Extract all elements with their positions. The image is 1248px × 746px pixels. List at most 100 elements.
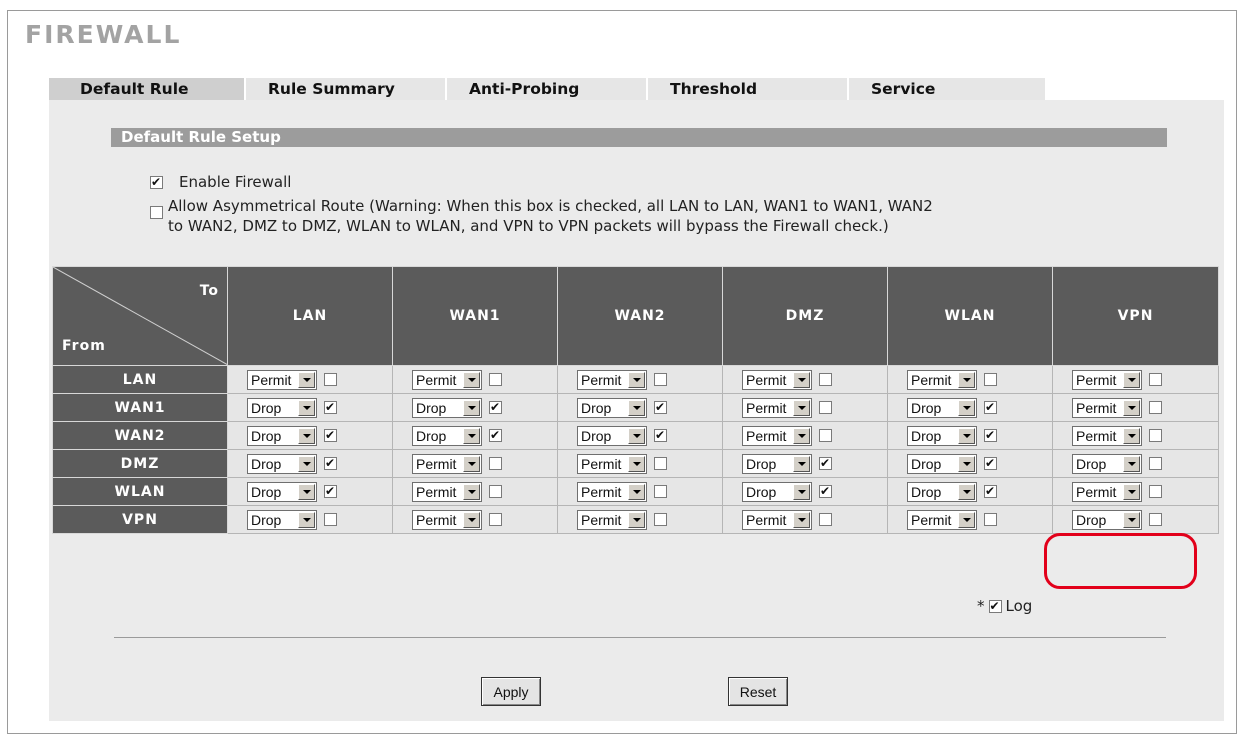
log-checkbox-wlan-to-dmz[interactable] (819, 483, 832, 499)
log-checkbox-wan2-to-vpn[interactable] (1149, 429, 1162, 443)
chevron-down-icon[interactable] (1123, 371, 1140, 388)
enable-firewall-checkbox[interactable] (150, 174, 163, 190)
log-checkbox-vpn-to-wlan[interactable] (984, 513, 997, 527)
action-select-wlan-to-wan2[interactable]: Permit (577, 481, 647, 502)
action-select-lan-to-wan1[interactable]: Permit (412, 369, 482, 390)
log-checkbox-lan-to-wan1[interactable] (489, 373, 502, 387)
chevron-down-icon[interactable] (1123, 455, 1140, 472)
reset-button[interactable]: Reset (728, 677, 788, 706)
tab-threshold[interactable]: Threshold (648, 78, 849, 100)
tab-service[interactable]: Service (849, 78, 1047, 100)
log-checkbox-wlan-to-wlan[interactable] (984, 483, 997, 499)
log-checkbox-wan2-to-dmz[interactable] (819, 429, 832, 443)
action-select-vpn-to-wan1[interactable]: Permit (412, 509, 482, 530)
tab-anti-probing[interactable]: Anti-Probing (447, 78, 648, 100)
action-select-wan2-to-wlan[interactable]: Drop (907, 425, 977, 446)
chevron-down-icon[interactable] (958, 483, 975, 500)
chevron-down-icon[interactable] (1123, 427, 1140, 444)
log-checkbox-wan1-to-wan2[interactable] (654, 399, 667, 415)
chevron-down-icon[interactable] (793, 455, 810, 472)
action-select-wlan-to-dmz[interactable]: Drop (742, 481, 812, 502)
chevron-down-icon[interactable] (463, 427, 480, 444)
action-select-wan1-to-lan[interactable]: Drop (247, 397, 317, 418)
action-select-dmz-to-vpn[interactable]: Drop (1072, 453, 1142, 474)
action-select-vpn-to-lan[interactable]: Drop (247, 509, 317, 530)
action-select-vpn-to-dmz[interactable]: Permit (742, 509, 812, 530)
chevron-down-icon[interactable] (958, 427, 975, 444)
log-checkbox-lan-to-dmz[interactable] (819, 373, 832, 387)
chevron-down-icon[interactable] (793, 511, 810, 528)
chevron-down-icon[interactable] (298, 483, 315, 500)
action-select-lan-to-wan2[interactable]: Permit (577, 369, 647, 390)
action-select-dmz-to-dmz[interactable]: Drop (742, 453, 812, 474)
log-checkbox-vpn-to-dmz[interactable] (819, 513, 832, 527)
log-checkbox-wan1-to-dmz[interactable] (819, 401, 832, 415)
chevron-down-icon[interactable] (793, 483, 810, 500)
asymmetrical-route-checkbox[interactable] (150, 206, 163, 219)
log-checkbox-dmz-to-wan1[interactable] (489, 457, 502, 471)
log-checkbox-wlan-to-wan1[interactable] (489, 485, 502, 499)
chevron-down-icon[interactable] (463, 483, 480, 500)
log-checkbox-lan-to-wlan[interactable] (984, 373, 997, 387)
chevron-down-icon[interactable] (1123, 483, 1140, 500)
log-checkbox-wan2-to-wan2[interactable] (654, 427, 667, 443)
action-select-dmz-to-wan1[interactable]: Permit (412, 453, 482, 474)
chevron-down-icon[interactable] (463, 371, 480, 388)
log-checkbox-vpn-to-vpn[interactable] (1149, 513, 1162, 527)
log-checkbox-wan2-to-wlan[interactable] (984, 427, 997, 443)
log-checkbox-vpn-to-lan[interactable] (324, 513, 337, 527)
chevron-down-icon[interactable] (298, 511, 315, 528)
chevron-down-icon[interactable] (628, 399, 645, 416)
chevron-down-icon[interactable] (463, 455, 480, 472)
action-select-wan2-to-wan2[interactable]: Drop (577, 425, 647, 446)
log-checkbox-lan-to-wan2[interactable] (654, 373, 667, 387)
action-select-wlan-to-lan[interactable]: Drop (247, 481, 317, 502)
log-checkbox-vpn-to-wan1[interactable] (489, 513, 502, 527)
log-checkbox-wlan-to-wan2[interactable] (654, 485, 667, 499)
log-checkbox-dmz-to-dmz[interactable] (819, 455, 832, 471)
log-checkbox-wlan-to-vpn[interactable] (1149, 485, 1162, 499)
chevron-down-icon[interactable] (958, 455, 975, 472)
action-select-dmz-to-lan[interactable]: Drop (247, 453, 317, 474)
chevron-down-icon[interactable] (628, 511, 645, 528)
action-select-wan2-to-lan[interactable]: Drop (247, 425, 317, 446)
action-select-wan2-to-dmz[interactable]: Permit (742, 425, 812, 446)
action-select-wan1-to-wan1[interactable]: Drop (412, 397, 482, 418)
action-select-lan-to-vpn[interactable]: Permit (1072, 369, 1142, 390)
action-select-wan2-to-wan1[interactable]: Drop (412, 425, 482, 446)
log-checkbox-dmz-to-wan2[interactable] (654, 457, 667, 471)
log-checkbox-wlan-to-lan[interactable] (324, 483, 337, 499)
chevron-down-icon[interactable] (463, 399, 480, 416)
action-select-vpn-to-wlan[interactable]: Permit (907, 509, 977, 530)
log-checkbox-dmz-to-vpn[interactable] (1149, 457, 1162, 471)
action-select-vpn-to-vpn[interactable]: Drop (1072, 509, 1142, 530)
chevron-down-icon[interactable] (628, 427, 645, 444)
chevron-down-icon[interactable] (628, 455, 645, 472)
chevron-down-icon[interactable] (298, 455, 315, 472)
action-select-wan1-to-vpn[interactable]: Permit (1072, 397, 1142, 418)
log-checkbox-dmz-to-lan[interactable] (324, 455, 337, 471)
action-select-lan-to-wlan[interactable]: Permit (907, 369, 977, 390)
log-checkbox-wan1-to-wlan[interactable] (984, 399, 997, 415)
action-select-wan1-to-wlan[interactable]: Drop (907, 397, 977, 418)
chevron-down-icon[interactable] (958, 511, 975, 528)
log-checkbox-wan1-to-vpn[interactable] (1149, 401, 1162, 415)
chevron-down-icon[interactable] (628, 371, 645, 388)
action-select-wlan-to-wlan[interactable]: Drop (907, 481, 977, 502)
log-checkbox-wan2-to-lan[interactable] (324, 427, 337, 443)
action-select-vpn-to-wan2[interactable]: Permit (577, 509, 647, 530)
tab-default-rule[interactable]: Default Rule (49, 78, 246, 100)
action-select-wlan-to-wan1[interactable]: Permit (412, 481, 482, 502)
chevron-down-icon[interactable] (958, 399, 975, 416)
chevron-down-icon[interactable] (298, 371, 315, 388)
chevron-down-icon[interactable] (1123, 399, 1140, 416)
chevron-down-icon[interactable] (298, 427, 315, 444)
log-checkbox-lan-to-vpn[interactable] (1149, 373, 1162, 387)
action-select-lan-to-dmz[interactable]: Permit (742, 369, 812, 390)
chevron-down-icon[interactable] (958, 371, 975, 388)
log-checkbox-lan-to-lan[interactable] (324, 373, 337, 387)
chevron-down-icon[interactable] (793, 371, 810, 388)
log-checkbox-vpn-to-wan2[interactable] (654, 513, 667, 527)
chevron-down-icon[interactable] (793, 399, 810, 416)
log-checkbox-dmz-to-wlan[interactable] (984, 455, 997, 471)
